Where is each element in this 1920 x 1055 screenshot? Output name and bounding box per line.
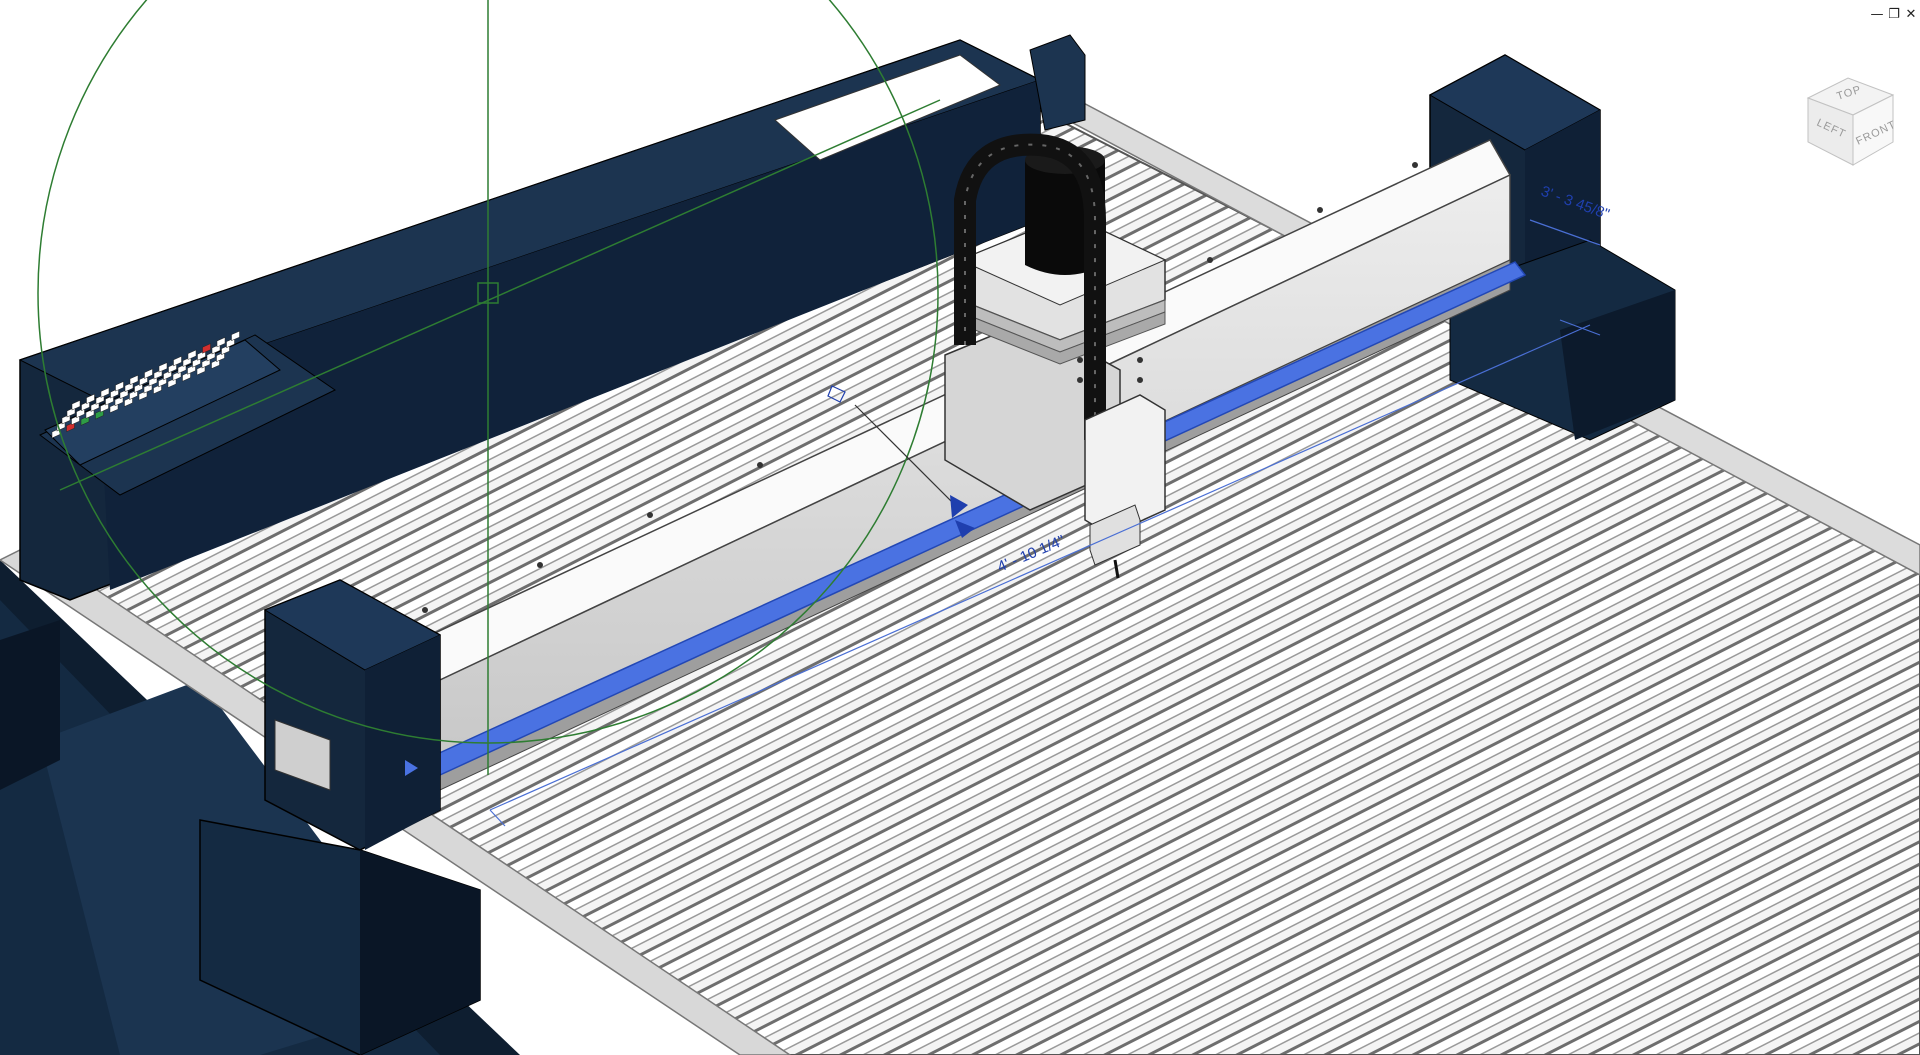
view-cube[interactable]: TOP FRONT LEFT <box>1798 70 1908 180</box>
minimize-icon[interactable]: — <box>1870 8 1884 22</box>
restore-icon[interactable]: ❐ <box>1887 8 1901 22</box>
window-controls: — ❐ ✕ <box>1870 8 1918 22</box>
cnc-router-model[interactable]: 4' - 10 1/4" 3' - 3 45/8" <box>0 0 1920 1055</box>
3d-viewport[interactable]: 4' - 10 1/4" 3' - 3 45/8" TOP FRONT LEFT… <box>0 0 1920 1055</box>
close-icon[interactable]: ✕ <box>1904 8 1918 22</box>
